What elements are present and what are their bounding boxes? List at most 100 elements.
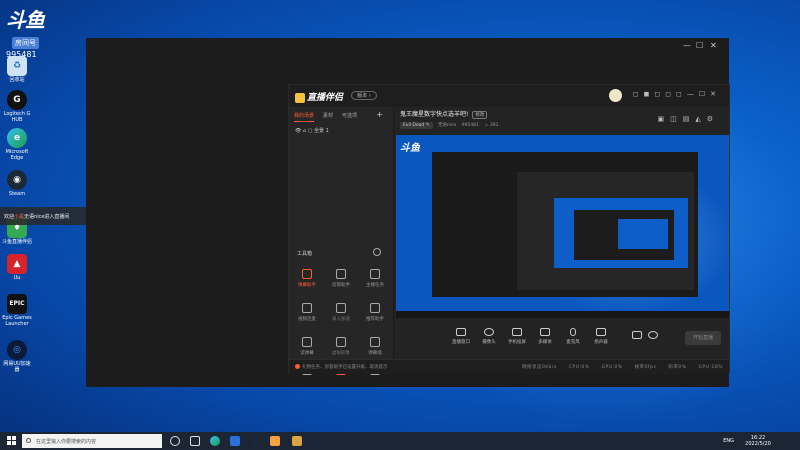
tool-danmu-assistant[interactable]: 弹幕助手	[293, 269, 321, 288]
app-taskbar-icon[interactable]	[292, 436, 302, 446]
add-camera[interactable]: 摄像头	[477, 328, 501, 345]
settings-icon[interactable]	[641, 331, 665, 342]
close-icon[interactable]: ✕	[710, 41, 717, 50]
preview-taskbar	[396, 311, 729, 318]
scene-label: 全景 1	[314, 128, 329, 134]
microphone-icon	[570, 328, 576, 336]
edge-icon: e	[7, 128, 27, 148]
metric-cpu: CPU:0%	[568, 365, 590, 370]
edit-title-button[interactable]: 修改	[472, 111, 488, 119]
tool-room-admin[interactable]: 房管助手	[327, 269, 355, 288]
start-stream-button[interactable]: 开始直播	[685, 331, 721, 345]
edge-taskbar-icon[interactable]	[210, 436, 220, 446]
source-label: 麦克风	[566, 340, 580, 345]
stream-room-number: 995481	[461, 123, 479, 128]
gear-icon	[648, 331, 658, 339]
stream-fans-count: 391	[489, 123, 499, 128]
desktop-icon-uu[interactable]: ▲ Uu	[2, 254, 32, 282]
widgets-icon[interactable]	[190, 436, 200, 446]
microphone-toggle[interactable]: 麦克风	[561, 328, 585, 345]
clock[interactable]: 16:22 2022/5/20	[738, 435, 778, 447]
maximize-icon[interactable]: ☐	[696, 41, 703, 50]
camera-icon	[484, 328, 494, 336]
stream-action-icons[interactable]: ▣◫▤◭⚙	[658, 115, 720, 123]
input-language[interactable]: ENG	[723, 438, 734, 444]
left-panel: 我的场景 素材 可选项 + 👁 ⌂ ▢ 全景 1 工具箱 弹幕助手 房管助手 主播任…	[289, 107, 394, 375]
speaker-icon	[596, 328, 606, 336]
overlay-logo-text: 斗鱼	[6, 8, 45, 32]
steam-taskbar-icon[interactable]	[250, 436, 260, 446]
minimize-icon[interactable]: —	[683, 41, 691, 50]
welcome-username: 小黑	[14, 214, 25, 220]
stream-username: 无语nice	[437, 123, 457, 128]
metric-bitrate: 码率0%	[668, 365, 687, 370]
desktop-icon-label: Uu	[13, 275, 21, 281]
desktop-icon-label: 斗鱼直播伴侣	[2, 239, 33, 245]
start-icon-tile	[7, 436, 11, 440]
douyu-taskbar-icon[interactable]	[270, 436, 280, 446]
stream-title: 鬼王魔星数字快点选羊吧! 修改	[400, 109, 488, 119]
add-phone-cast[interactable]: 手机投屏	[505, 328, 529, 345]
taskbar-search[interactable]: 在这里输入你要搜索的内容	[22, 434, 162, 448]
tool-video-link[interactable]: 视频连麦	[293, 303, 321, 322]
tool-danmu-wall[interactable]: 弹幕墙	[361, 337, 389, 356]
search-icon	[26, 438, 31, 443]
start-button[interactable]	[7, 436, 17, 446]
tool-recommend[interactable]: 推荐助手	[361, 303, 389, 322]
steam-icon: ◉	[7, 170, 27, 190]
desktop-icon-edge[interactable]: e Microsoft Edge	[2, 128, 32, 162]
desktop-icon-netease-uu[interactable]: ◎ 网易UU加速器	[2, 340, 32, 374]
metric-gpu-usage: GPU:18%	[698, 365, 723, 370]
phone-icon	[512, 328, 522, 336]
desktop-icon-steam[interactable]: ◉ Steam	[2, 170, 32, 198]
tool-label: 弹幕墙	[368, 351, 382, 356]
task-icon	[370, 269, 380, 279]
add-scene-button[interactable]: +	[376, 110, 383, 119]
desktop-icon-logitech[interactable]: G Logitech G HUB	[2, 90, 32, 124]
read-icon	[302, 337, 312, 347]
status-message: 礼物任务、房管助手已设置升级、取消提示	[295, 364, 388, 370]
source-label: 扬声器	[594, 340, 608, 345]
tool-label: 推荐助手	[366, 317, 384, 322]
scene-tabs: 我的场景 素材 可选项	[294, 112, 366, 119]
source-label: 手机投屏	[508, 340, 526, 345]
tab-my-scenes[interactable]: 我的场景	[294, 113, 314, 119]
netease-uu-icon: ◎	[7, 340, 27, 360]
fans-icon: ♨	[484, 123, 489, 128]
media-icon	[540, 328, 550, 336]
metric-fps: 帧率0fps	[634, 365, 657, 370]
tool-record-boost[interactable]: 录入加速	[327, 303, 355, 322]
toolbox-settings-icon[interactable]	[373, 248, 381, 256]
tool-host-tasks[interactable]: 主播任务	[361, 269, 389, 288]
taskbar: 在这里输入你要搜索的内容 ENG 16:22 2022/5/20	[0, 432, 800, 450]
desktop-icon-label: 回收站	[9, 77, 25, 83]
add-media[interactable]: 多媒体	[533, 328, 557, 345]
add-window-capture[interactable]: 直播窗口	[449, 328, 473, 345]
tab-materials[interactable]: 素材	[323, 113, 333, 119]
stream-preview: 斗鱼	[396, 135, 729, 318]
version-pill[interactable]: 版本 ›	[351, 91, 377, 100]
epic-icon: EPIC	[7, 294, 27, 314]
store-icon[interactable]	[230, 436, 240, 446]
desktop-icon-recycle-bin[interactable]: ♻ 回收站	[2, 56, 32, 84]
scene-item[interactable]: 👁 ⌂ ▢ 全景 1	[295, 127, 329, 134]
tool-label: 录入加速	[332, 317, 350, 322]
app-logo-icon	[295, 92, 305, 103]
tool-read-danmu[interactable]: 读弹幕	[293, 337, 321, 356]
task-view-icon[interactable]	[170, 436, 180, 446]
speaker-toggle[interactable]: 扬声器	[589, 328, 613, 345]
tool-label: 视频连麦	[298, 317, 316, 322]
avatar[interactable]	[609, 89, 622, 102]
titlebar-icons[interactable]: ◻◼◻◻◻—☐✕	[633, 90, 721, 98]
video-icon	[302, 303, 312, 313]
desktop-icon-epic[interactable]: EPIC Epic Games Launcher	[2, 294, 32, 328]
metric-gpu: GPU:0%	[601, 365, 623, 370]
app-logo-text: 直播伴侣	[307, 93, 344, 103]
stream-meta: Evil Dead ✎ 无语nice 995481 ♨ 391	[400, 122, 499, 129]
tool-label: 虚拟形象	[332, 351, 350, 356]
tool-avatar[interactable]: 虚拟形象	[327, 337, 355, 356]
category-pill[interactable]: Evil Dead ✎	[400, 122, 433, 129]
tab-options[interactable]: 可选项	[342, 113, 357, 119]
app-titlebar: 直播伴侣 版本 › ◻◼◻◻◻—☐✕	[289, 85, 729, 107]
tool-label: 主播任务	[366, 283, 384, 288]
